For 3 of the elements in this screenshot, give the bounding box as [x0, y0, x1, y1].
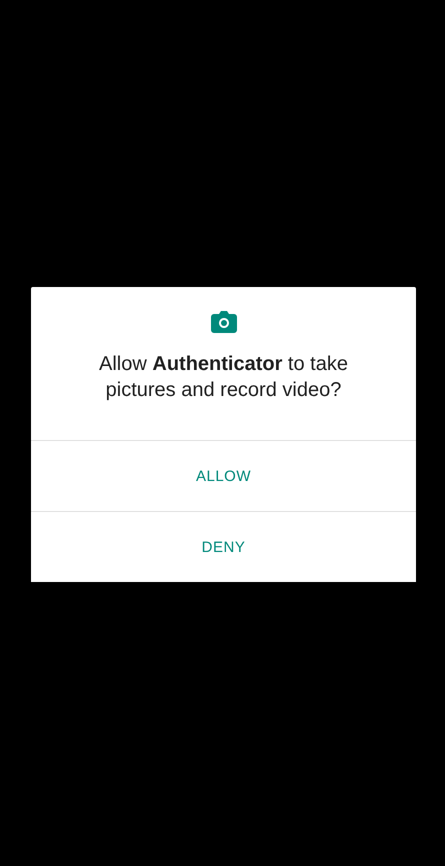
permission-message: Allow Authenticator to take pictures and record video?	[98, 352, 349, 403]
camera-icon	[210, 311, 236, 333]
deny-button[interactable]: DENY	[31, 511, 416, 582]
